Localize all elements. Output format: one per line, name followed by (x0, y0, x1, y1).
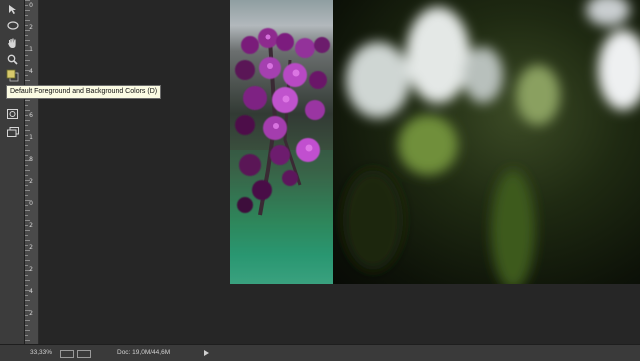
ruler-tick (25, 60, 30, 61)
ruler-tick (25, 0, 30, 1)
ruler-tick (25, 75, 28, 76)
ruler-label: 8 (29, 156, 33, 163)
quick-mask-icon[interactable] (5, 106, 20, 121)
ruler-tick (25, 235, 28, 236)
ruler-label: 2 (29, 178, 33, 185)
export-icon[interactable] (77, 350, 91, 358)
ruler-tick (25, 300, 30, 301)
tooltip: Default Foreground and Background Colors… (6, 85, 162, 99)
canvas-area[interactable] (39, 0, 640, 344)
ruler-tick (25, 80, 30, 81)
ruler-tick (25, 20, 30, 21)
ruler-tick (25, 170, 30, 171)
ruler-tick (25, 120, 30, 121)
ruler-tick (25, 240, 30, 241)
ruler-label: 1 (29, 46, 33, 53)
ruler-tick (25, 130, 30, 131)
ruler-tick (25, 255, 28, 256)
ruler-tick (25, 15, 28, 16)
doc-size: Doc: 19,0M/44,6M (117, 349, 171, 356)
vertical-ruler: 021416182022242 (25, 0, 39, 344)
ruler-tick (25, 330, 30, 331)
ruler-tick (25, 195, 28, 196)
ruler-tick (25, 40, 30, 41)
tools-panel (0, 0, 25, 344)
status-menu-arrow-icon[interactable] (204, 350, 209, 356)
ruler-label: 2 (29, 244, 33, 251)
ruler-tick (25, 280, 30, 281)
ruler-tick (25, 165, 28, 166)
ellipse-marquee-icon[interactable] (5, 18, 20, 33)
ruler-tick (25, 125, 28, 126)
status-bar: 33,33% Doc: 19,0M/44,6M (0, 344, 640, 361)
ruler-label: 2 (29, 222, 33, 229)
ruler-tick (25, 335, 28, 336)
ruler-label: 1 (29, 134, 33, 141)
ruler-label: 4 (29, 68, 33, 75)
ruler-tick (25, 275, 28, 276)
ruler-tick (25, 230, 30, 231)
ruler-tick (25, 100, 30, 101)
ruler-tick (25, 10, 30, 11)
ruler-label: 4 (29, 288, 33, 295)
zoom-icon[interactable] (5, 52, 20, 67)
color-swatch-icon[interactable] (5, 68, 20, 83)
ruler-label: 2 (29, 310, 33, 317)
ruler-label: 0 (29, 2, 33, 9)
ruler-tick (25, 190, 30, 191)
flower-photo-right (333, 0, 640, 284)
ruler-tick (25, 185, 28, 186)
ruler-tick (25, 260, 30, 261)
flower-photo-left (230, 0, 333, 284)
screen-mode-icon[interactable] (5, 124, 20, 139)
ruler-tick (25, 110, 30, 111)
ruler-tick (25, 320, 30, 321)
ruler-tick (25, 145, 28, 146)
ruler-tick (25, 325, 28, 326)
move-icon[interactable] (5, 2, 20, 17)
ruler-tick (25, 55, 28, 56)
ruler-tick (25, 210, 30, 211)
ruler-tick (25, 105, 28, 106)
ruler-tick (25, 340, 30, 341)
zoom-level[interactable]: 33,33% (30, 349, 52, 356)
hand-icon[interactable] (5, 35, 20, 50)
ruler-tick (25, 305, 28, 306)
ruler-tick (25, 285, 28, 286)
ruler-label: 2 (29, 24, 33, 31)
ruler-tick (25, 215, 28, 216)
ruler-label: 6 (29, 112, 33, 119)
ruler-tick (25, 35, 28, 36)
share-icon[interactable] (60, 350, 74, 358)
ruler-label: 2 (29, 266, 33, 273)
ruler-tick (25, 175, 28, 176)
ruler-tick (25, 150, 30, 151)
ruler-tick (25, 220, 30, 221)
ruler-tick (25, 65, 28, 66)
ruler-label: 0 (29, 200, 33, 207)
ruler-tick (25, 295, 28, 296)
